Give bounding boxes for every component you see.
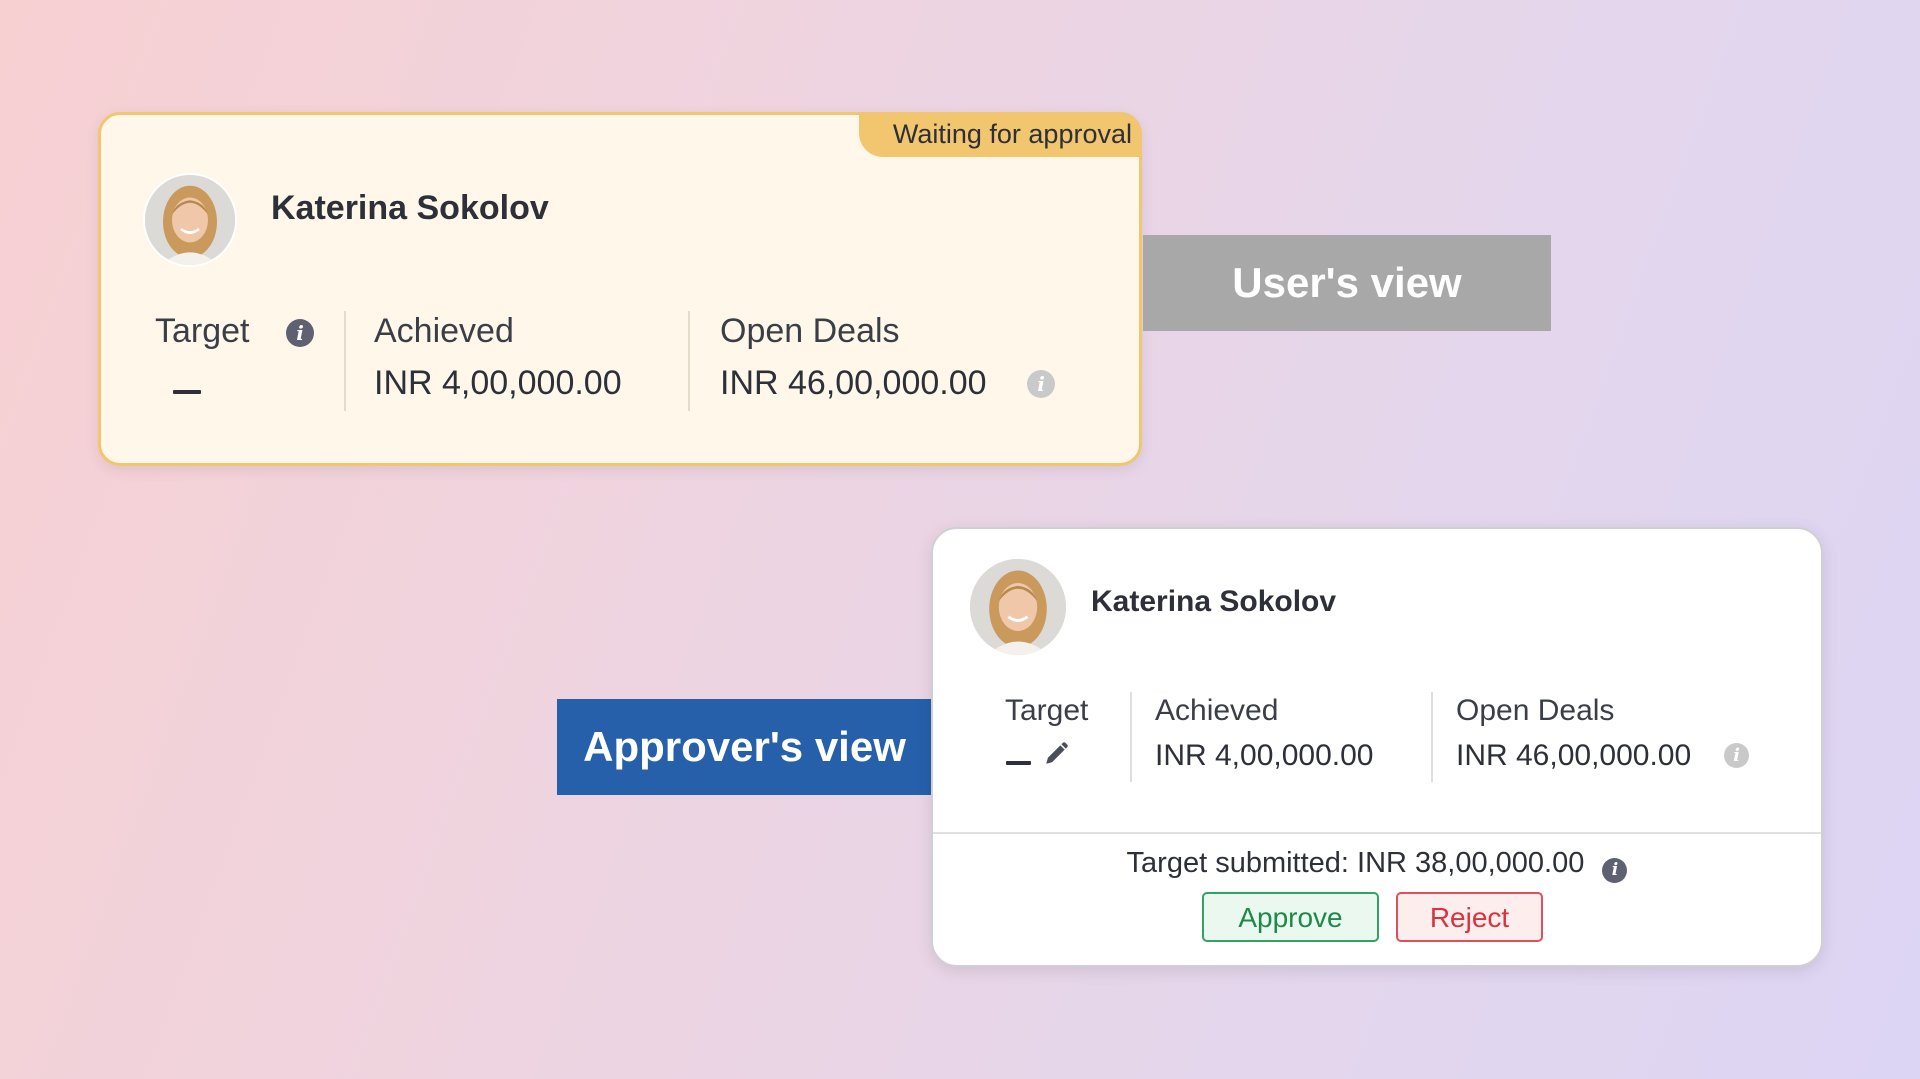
target-label: Target	[155, 312, 250, 350]
status-badge: Waiting for approval	[858, 112, 1142, 157]
pencil-icon[interactable]	[1043, 741, 1069, 767]
avatar-photo	[970, 559, 1066, 655]
achieved-label: Achieved	[374, 312, 514, 350]
approver-view-tag: Approver's view	[557, 699, 932, 795]
target-submitted-row: Target submitted: INR 38,00,000.00 i	[933, 847, 1821, 883]
open-deals-label: Open Deals	[720, 312, 900, 350]
stat-divider	[1431, 692, 1433, 782]
stat-divider	[688, 311, 690, 411]
target-value-empty	[1006, 761, 1031, 765]
user-view-card: Waiting for approval Katerina Sokolov Ta…	[98, 112, 1142, 466]
target-submitted-text: Target submitted: INR 38,00,000.00	[1126, 847, 1585, 879]
stat-divider	[344, 311, 346, 411]
avatar-photo	[145, 175, 235, 265]
achieved-value: INR 4,00,000.00	[1155, 739, 1374, 772]
avatar	[145, 175, 235, 265]
open-deals-value: INR 46,00,000.00	[1456, 739, 1692, 772]
open-deals-label: Open Deals	[1456, 694, 1615, 727]
user-name: Katerina Sokolov	[1091, 585, 1337, 618]
open-deals-info-icon[interactable]: i	[1027, 370, 1055, 398]
section-divider	[933, 832, 1821, 834]
target-value-empty	[173, 390, 201, 394]
user-view-tag: User's view	[1143, 235, 1551, 331]
target-submitted-info-icon[interactable]: i	[1602, 858, 1628, 883]
avatar	[970, 559, 1066, 655]
approver-view-card: Katerina Sokolov Target Achieved INR 4,0…	[931, 527, 1823, 967]
achieved-label: Achieved	[1155, 694, 1279, 727]
approve-button[interactable]: Approve	[1202, 892, 1379, 942]
target-info-icon[interactable]: i	[286, 319, 314, 347]
stat-divider	[1130, 692, 1132, 782]
open-deals-info-icon[interactable]: i	[1724, 743, 1749, 768]
achieved-value: INR 4,00,000.00	[374, 364, 622, 402]
open-deals-value: INR 46,00,000.00	[720, 364, 987, 402]
reject-button[interactable]: Reject	[1396, 892, 1543, 942]
user-name: Katerina Sokolov	[271, 189, 549, 227]
target-label: Target	[1005, 694, 1089, 727]
